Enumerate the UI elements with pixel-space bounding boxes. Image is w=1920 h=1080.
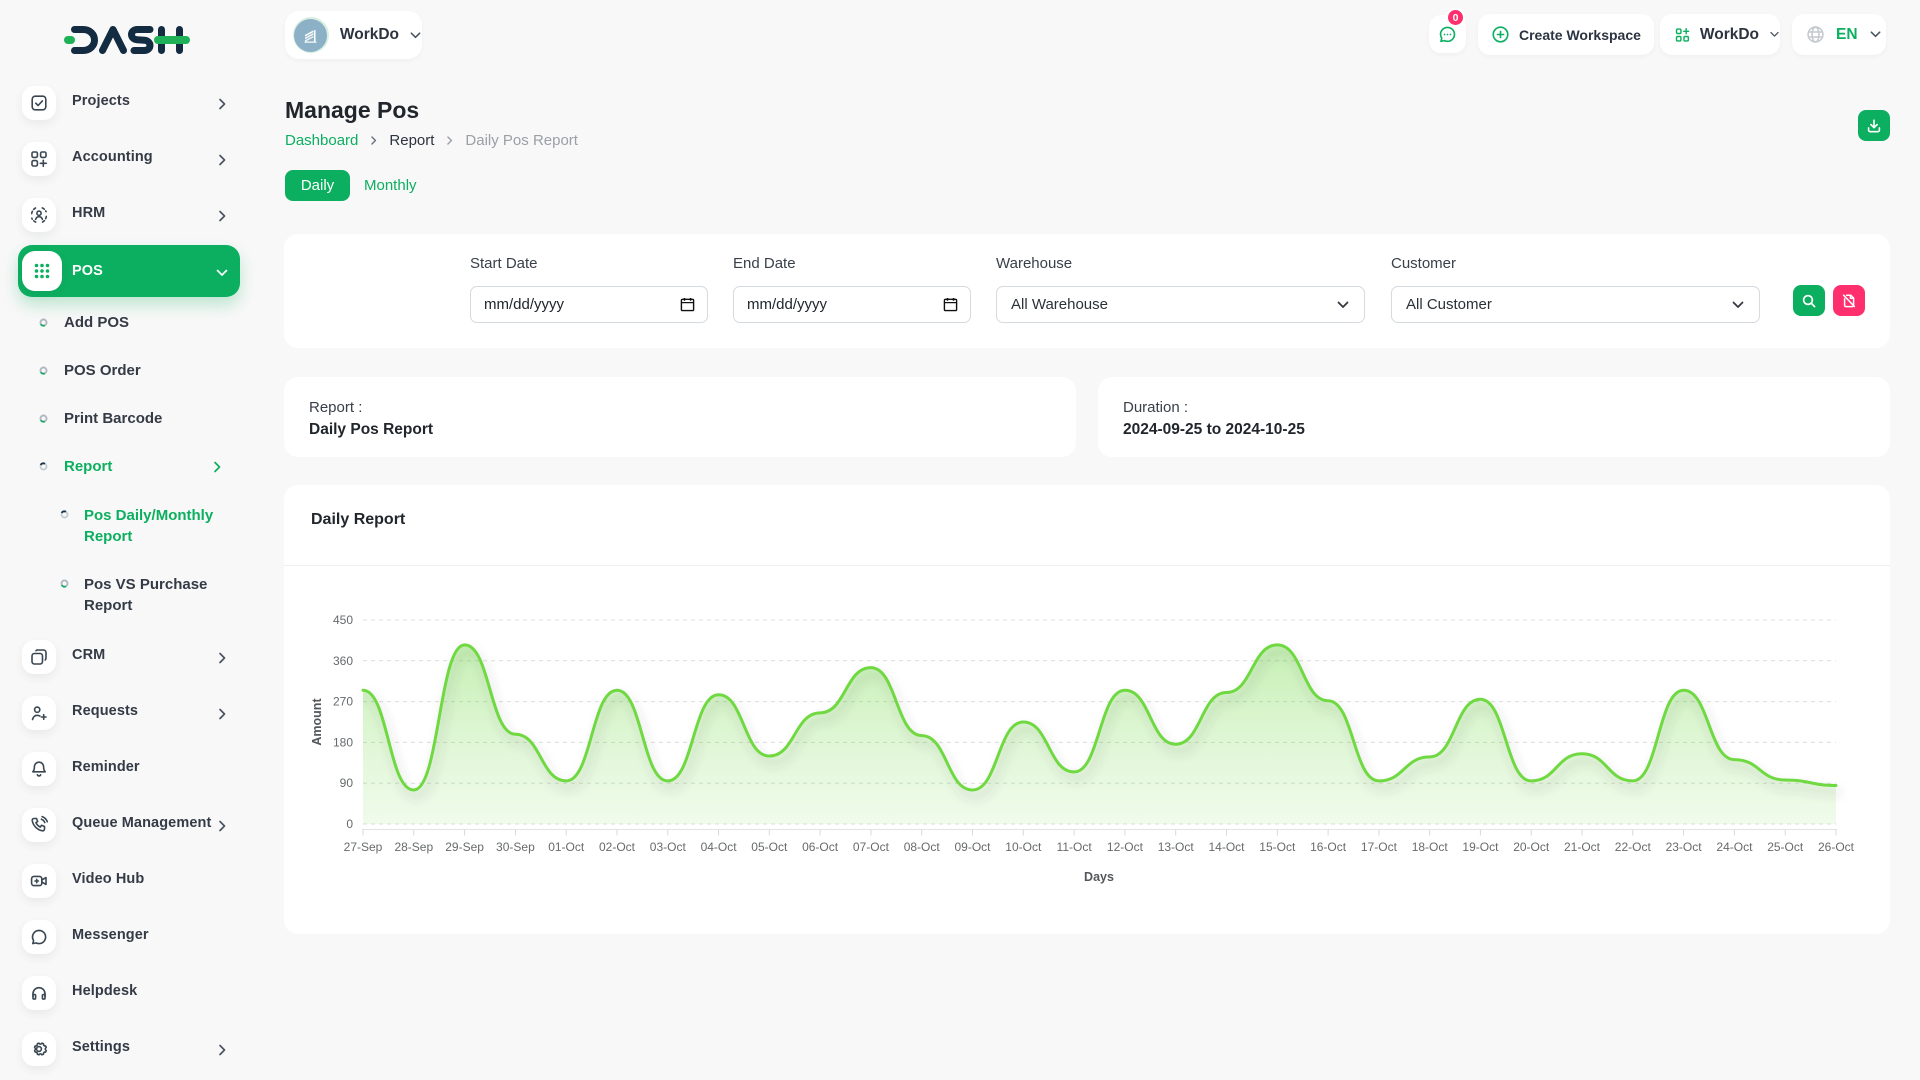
svg-text:08-Oct: 08-Oct xyxy=(904,840,941,854)
svg-text:23-Oct: 23-Oct xyxy=(1666,840,1703,854)
svg-text:22-Oct: 22-Oct xyxy=(1615,840,1652,854)
svg-text:28-Sep: 28-Sep xyxy=(394,840,433,854)
svg-text:26-Oct: 26-Oct xyxy=(1818,840,1855,854)
svg-text:Amount: Amount xyxy=(310,698,324,746)
svg-text:21-Oct: 21-Oct xyxy=(1564,840,1601,854)
svg-text:25-Oct: 25-Oct xyxy=(1767,840,1804,854)
svg-text:Days: Days xyxy=(1084,870,1114,884)
svg-text:18-Oct: 18-Oct xyxy=(1412,840,1449,854)
svg-text:10-Oct: 10-Oct xyxy=(1005,840,1042,854)
svg-text:450: 450 xyxy=(333,613,353,627)
svg-text:13-Oct: 13-Oct xyxy=(1158,840,1195,854)
svg-text:07-Oct: 07-Oct xyxy=(853,840,890,854)
svg-text:16-Oct: 16-Oct xyxy=(1310,840,1347,854)
svg-text:02-Oct: 02-Oct xyxy=(599,840,636,854)
svg-text:03-Oct: 03-Oct xyxy=(650,840,687,854)
svg-text:24-Oct: 24-Oct xyxy=(1716,840,1753,854)
svg-text:05-Oct: 05-Oct xyxy=(751,840,788,854)
svg-text:17-Oct: 17-Oct xyxy=(1361,840,1398,854)
svg-text:0: 0 xyxy=(346,817,353,831)
svg-text:09-Oct: 09-Oct xyxy=(954,840,991,854)
svg-text:30-Sep: 30-Sep xyxy=(496,840,535,854)
svg-text:360: 360 xyxy=(333,654,353,668)
svg-text:270: 270 xyxy=(333,695,353,709)
svg-text:29-Sep: 29-Sep xyxy=(445,840,484,854)
svg-text:06-Oct: 06-Oct xyxy=(802,840,839,854)
svg-text:180: 180 xyxy=(333,735,353,749)
svg-text:14-Oct: 14-Oct xyxy=(1208,840,1245,854)
svg-text:15-Oct: 15-Oct xyxy=(1259,840,1296,854)
svg-text:12-Oct: 12-Oct xyxy=(1107,840,1144,854)
svg-text:90: 90 xyxy=(340,776,354,790)
svg-text:27-Sep: 27-Sep xyxy=(344,840,383,854)
svg-text:01-Oct: 01-Oct xyxy=(548,840,585,854)
svg-text:19-Oct: 19-Oct xyxy=(1462,840,1499,854)
svg-text:11-Oct: 11-Oct xyxy=(1057,840,1093,854)
svg-text:20-Oct: 20-Oct xyxy=(1513,840,1550,854)
svg-text:04-Oct: 04-Oct xyxy=(701,840,738,854)
